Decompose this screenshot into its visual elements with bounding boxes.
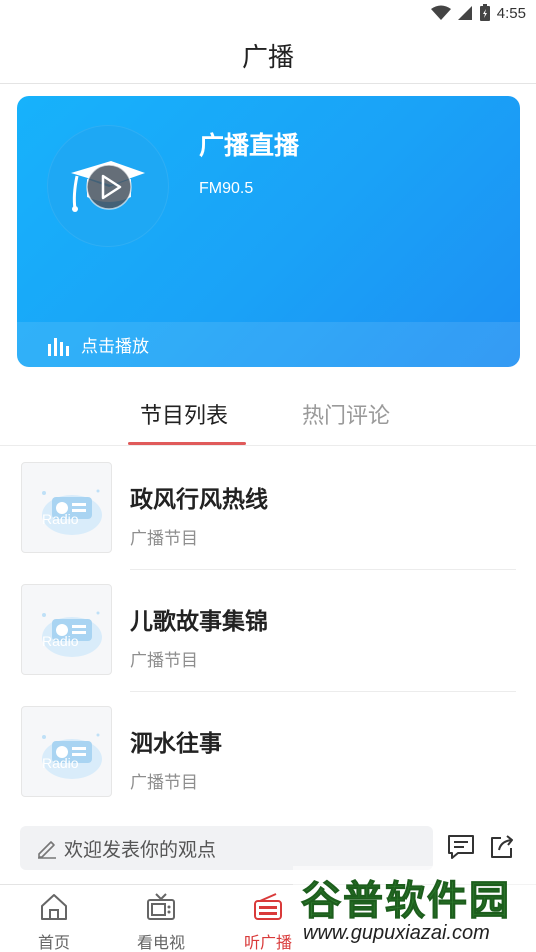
tab-hot-comments[interactable]: 热门评论 (302, 398, 390, 430)
page-title: 广播 (241, 43, 294, 73)
watermark: 谷普软件园 www.gupuxiazai.com (293, 866, 536, 952)
live-broadcast-card[interactable]: 广播直播 FM90.5 点击播放 (17, 96, 520, 367)
battery-icon (479, 4, 490, 21)
tv-icon (147, 893, 175, 920)
radio-thumbnail-icon (42, 611, 102, 657)
radio-thumbnail-icon (42, 733, 102, 779)
graduation-cap-play-icon[interactable] (47, 125, 169, 247)
comment-icon[interactable] (446, 833, 476, 861)
pen-icon (38, 841, 56, 859)
status-bar: 4:55 (0, 0, 536, 28)
program-title: 儿歌故事集锦 (130, 609, 268, 635)
radio-thumbnail: Radio (21, 462, 112, 553)
radio-thumbnail: Radio (21, 584, 112, 675)
tab-program-list[interactable]: 节目列表 (140, 398, 228, 430)
share-icon[interactable] (488, 833, 516, 861)
list-item[interactable]: Radio 政风行风热线 广播节目 (0, 448, 536, 570)
program-subtitle: 广播节目 (130, 773, 198, 793)
radio-thumbnail-icon (42, 489, 102, 535)
home-icon (41, 894, 67, 920)
play-button-label[interactable]: 点击播放 (81, 332, 149, 357)
list-item[interactable]: Radio 泗水往事 广播节目 (0, 692, 536, 814)
live-logo[interactable] (47, 125, 169, 247)
program-title: 政风行风热线 (130, 487, 268, 513)
nav-item-tv[interactable]: 看电视 (121, 885, 201, 952)
nav-label-tv: 看电视 (136, 933, 185, 952)
thumbnail-text: Radio (42, 511, 79, 527)
program-subtitle: 广播节目 (130, 529, 198, 549)
program-subtitle: 广播节目 (130, 651, 198, 671)
radio-icon (254, 893, 282, 920)
live-frequency: FM90.5 (199, 180, 254, 197)
content-tabs: 节目列表 热门评论 (0, 384, 536, 446)
list-item[interactable]: Radio 儿歌故事集锦 广播节目 (0, 570, 536, 692)
status-icons: 4:55 (430, 4, 526, 22)
nav-item-home[interactable]: 首页 (14, 885, 94, 952)
thumbnail-text: Radio (42, 755, 79, 771)
thumbnail-text: Radio (42, 633, 79, 649)
comment-input[interactable]: 欢迎发表你的观点 (20, 826, 433, 870)
radio-thumbnail: Radio (21, 706, 112, 797)
app-bar: 广播 (0, 28, 536, 84)
active-tab-indicator (128, 442, 246, 445)
live-title: 广播直播 (199, 131, 300, 160)
program-title: 泗水往事 (130, 731, 222, 757)
nav-label-home: 首页 (37, 933, 70, 952)
wifi-icon (430, 5, 451, 20)
watermark-url: www.gupuxiazai.com (303, 922, 490, 944)
live-play-bar[interactable]: 点击播放 (17, 322, 520, 367)
watermark-text: 谷普软件园 (301, 878, 511, 925)
status-time: 4:55 (496, 4, 526, 22)
comment-placeholder: 欢迎发表你的观点 (64, 838, 217, 861)
audio-bars-icon (48, 337, 69, 356)
signal-icon (457, 6, 472, 20)
